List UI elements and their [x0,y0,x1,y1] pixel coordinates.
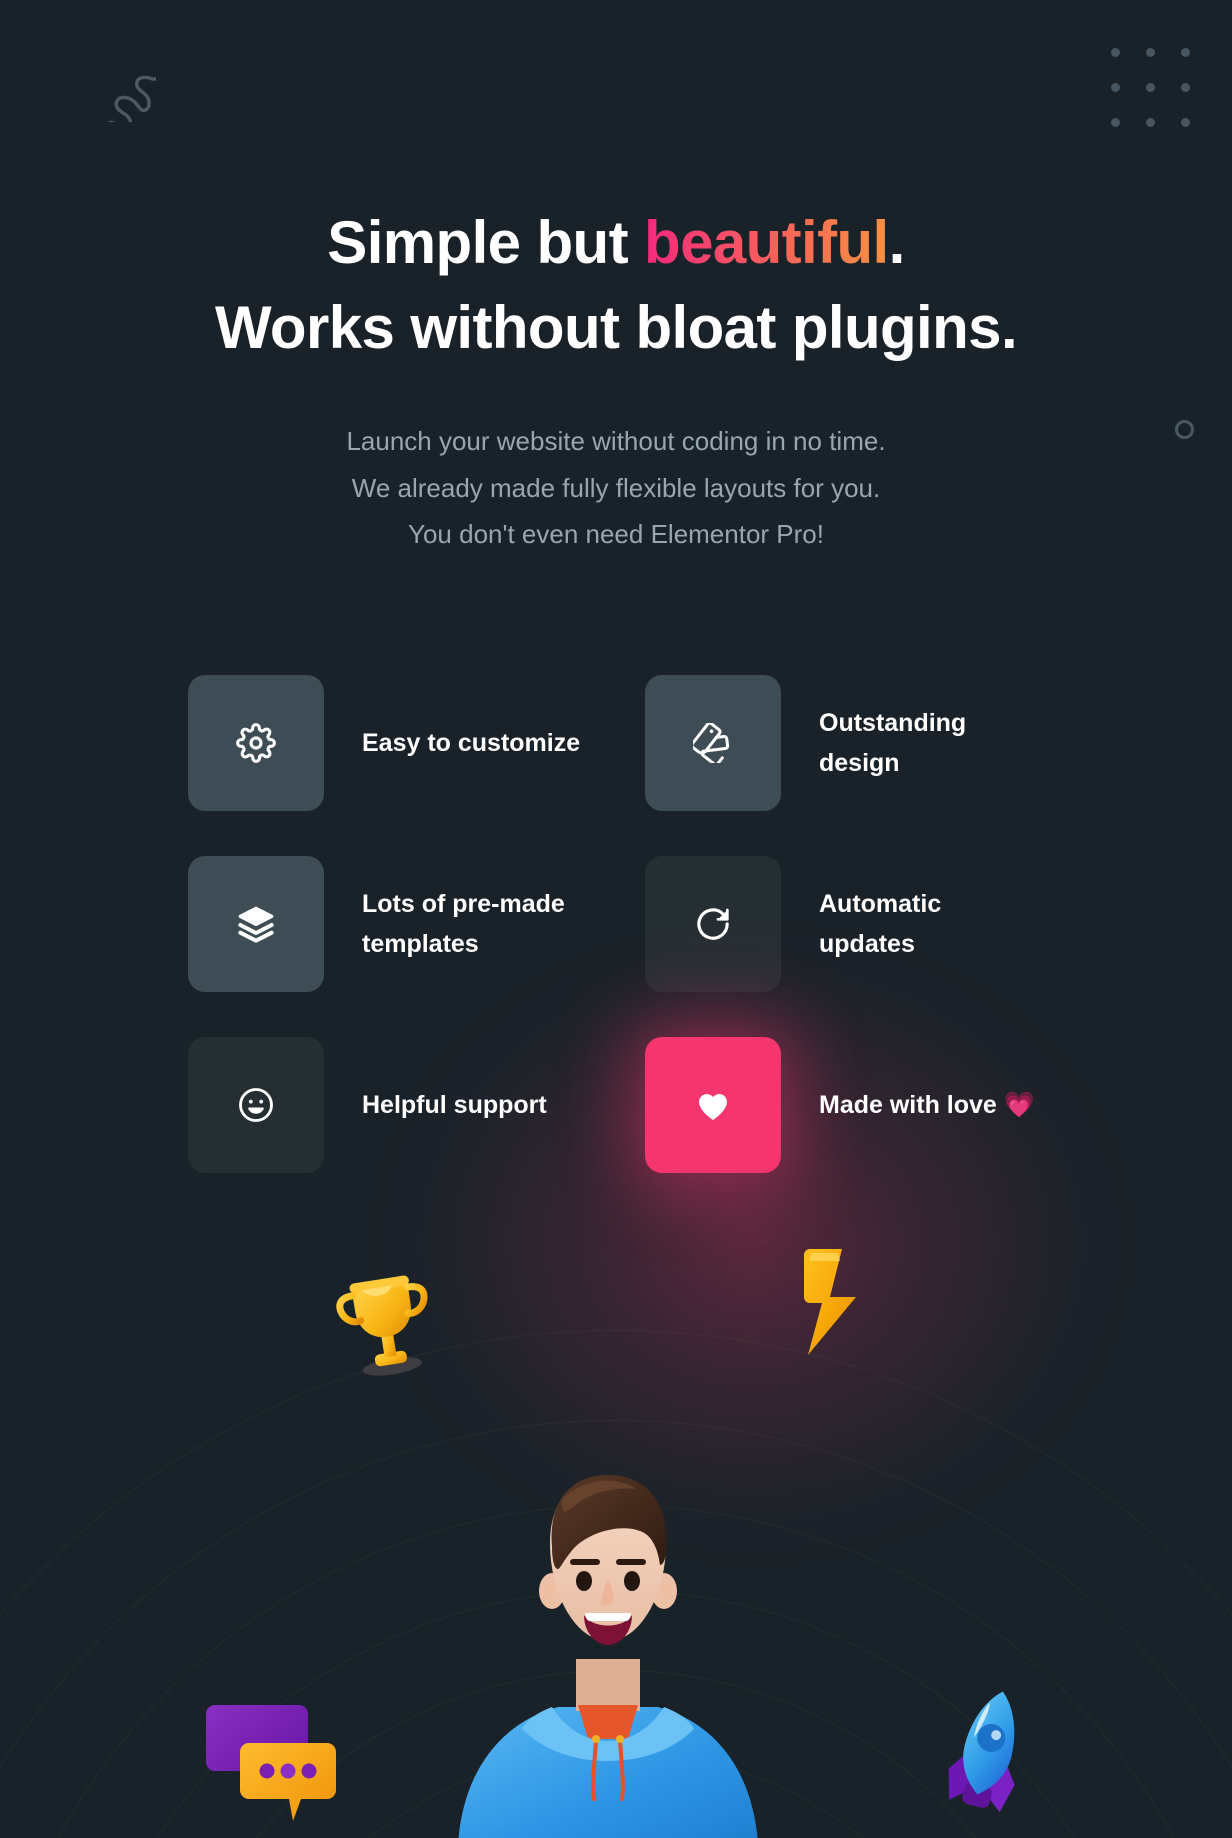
layers-icon [188,856,324,993]
feature-label: Easy to customize [362,728,581,757]
hero-subtitle: Launch your website without coding in no… [0,418,1232,557]
feature-list: Easy to customize Outstanding design Lot… [188,675,1044,1174]
gear-icon [188,675,324,812]
heading-period: . [888,209,906,276]
feature-label: Lots of pre-made templates [362,889,565,959]
heading-line-2: Works without bloat plugins. [214,294,1018,362]
rocket-3d-icon [925,1685,1045,1830]
feature-item-lots-of-pre-made-templates[interactable]: Lots of pre-made templates [188,856,587,993]
subtitle-line-1: Launch your website without coding in no… [346,426,886,457]
illustration-group [0,1198,1232,1838]
chat-bubbles-3d-icon [205,1691,339,1828]
heading-plain-text: Simple but [327,209,645,276]
subtitle-line-2: We already made fully flexible layouts f… [351,472,881,503]
feature-item-made-with-love[interactable]: Made with love 💗 [645,1037,1044,1174]
heading-line-1: Simple but beautiful. [327,209,906,276]
palette-icon [645,675,781,812]
smiley-icon [188,1037,324,1174]
heart-icon [645,1037,781,1174]
hero-section: Simple but beautiful. Works without bloa… [0,0,1232,557]
lightning-bolt-3d-icon [788,1245,888,1368]
trophy-3d-icon [325,1261,445,1386]
page-title: Simple but beautiful. Works without bloa… [0,200,1232,370]
feature-item-automatic-updates[interactable]: Automatic updates [645,856,1044,993]
feature-label: Outstanding design [819,708,967,778]
feature-item-helpful-support[interactable]: Helpful support [188,1037,587,1174]
refresh-icon [645,856,781,993]
feature-label: Automatic updates [819,889,942,959]
character-3d-illustration [448,1423,768,1838]
feature-item-outstanding-design[interactable]: Outstanding design [645,675,1044,812]
page-root: Simple but beautiful. Works without bloa… [0,0,1232,1838]
feature-label: Helpful support [362,1090,547,1119]
heading-gradient-text: beautiful [644,209,889,276]
feature-item-easy-to-customize[interactable]: Easy to customize [188,675,587,812]
subtitle-line-3: You don't even need Elementor Pro! [408,518,824,549]
feature-label: Made with love 💗 [819,1090,1035,1119]
